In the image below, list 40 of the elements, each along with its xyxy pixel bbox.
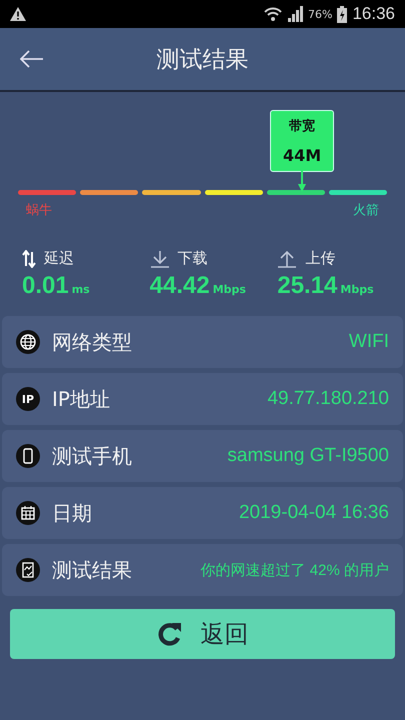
info-label: 测试手机 [52,442,132,470]
chart-report-icon [16,558,40,582]
ip-icon: IP [16,387,40,411]
stat-label: 下载 [178,249,208,268]
info-label: 日期 [52,500,92,526]
battery-percent: 76% [308,8,332,20]
stat-unit: Mbps [212,283,246,296]
stat-label: 上传 [305,249,336,268]
stat-value: 44.42 [150,272,210,300]
info-label: 网络类型 [52,328,132,356]
info-value: samsung GT-I9500 [227,445,389,467]
info-value: 49.77.180.210 [267,388,389,410]
stat-value: 0.01 [22,272,69,300]
refresh-icon [156,621,182,647]
up-down-arrows-icon [22,250,36,268]
stat-unit: Mbps [340,283,374,296]
page-title: 测试结果 [156,46,248,74]
stat-value: 25.14 [277,272,338,300]
signal-icon [287,6,303,22]
download-icon [150,250,170,268]
warning-icon [10,7,26,21]
back-arrow-icon[interactable] [20,50,44,68]
wifi-icon [264,6,282,22]
battery-icon [337,6,348,22]
stat-label: 延迟 [44,249,74,268]
info-value: WIFI [348,331,389,353]
clock-time: 16:36 [352,4,395,24]
bandwidth-bubble: 带宽 44M [270,110,334,172]
stat-unit: ms [72,283,90,296]
info-label: IP地址 [52,386,110,412]
info-value: 2019-04-04 16:36 [238,502,389,524]
max-label: 火箭 [353,202,379,219]
info-value: 你的网速超过了 42% 的用户 [200,560,389,580]
phone-icon [16,444,40,468]
info-label: 测试结果 [52,556,132,584]
min-label: 蜗牛 [26,202,52,219]
globe-icon [16,330,40,354]
back-button[interactable]: 返回 [10,609,395,659]
calendar-icon [16,501,40,525]
upload-icon [277,250,298,268]
